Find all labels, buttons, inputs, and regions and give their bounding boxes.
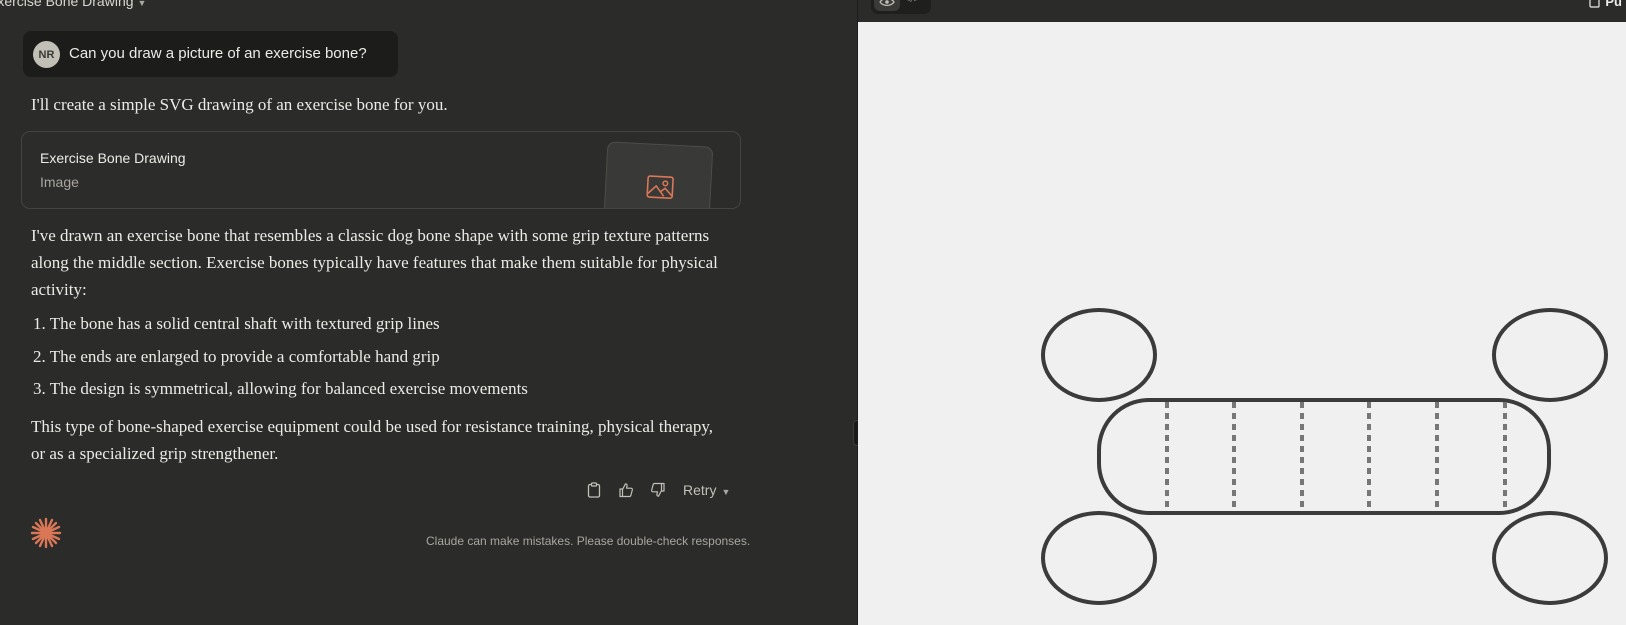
bone-knob-top-right: [1492, 308, 1608, 402]
exercise-bone-drawing: [1041, 308, 1608, 605]
list-item: 1. The bone has a solid central shaft wi…: [33, 314, 440, 333]
thumbs-up-icon[interactable]: [617, 481, 635, 499]
publish-button[interactable]: Pu: [1589, 0, 1622, 9]
list-item-text: The bone has a solid central shaft with …: [49, 314, 440, 333]
artifact-toolbar: </> Pu: [858, 0, 1626, 22]
artifact-type: Image: [40, 174, 79, 190]
disclaimer-text: Claude can make mistakes. Please double-…: [426, 534, 751, 548]
eye-icon: [879, 0, 895, 6]
artifact-panel: </> Pu: [858, 0, 1626, 625]
clipboard-icon[interactable]: [585, 481, 603, 499]
avatar: NR: [33, 41, 60, 68]
assistant-paragraph: I've drawn an exercise bone that resembl…: [31, 226, 718, 299]
image-icon: [646, 175, 674, 199]
preview-tab[interactable]: [874, 0, 900, 11]
list-item-text: The ends are enlarged to provide a comfo…: [49, 346, 440, 366]
thumbs-down-icon[interactable]: [649, 481, 667, 499]
chat-panel: Exercise Bone Drawing ▼ NR Can you draw a…: [0, 0, 857, 625]
chevron-down-icon: ▼: [721, 487, 731, 497]
assistant-paragraph: This type of bone-shaped exercise equipm…: [31, 417, 713, 463]
publish-icon: [1589, 0, 1600, 8]
bone-knob-top-left: [1041, 308, 1157, 402]
list-item-text: The design is symmetrical, allowing for …: [49, 379, 528, 398]
list-item: 2. The ends are enlarged to provide a co…: [33, 346, 440, 366]
user-message-text: Can you draw a picture of an exercise bo…: [69, 45, 367, 62]
retry-button[interactable]: Retry ▼: [683, 482, 730, 498]
code-icon[interactable]: </>: [904, 0, 920, 5]
artifact-thumbnail: [602, 141, 714, 208]
chevron-down-icon: ▼: [137, 0, 147, 8]
message-actions: Retry ▼: [585, 481, 730, 499]
artifact-card[interactable]: Exercise Bone Drawing Image: [21, 131, 741, 209]
user-message: NR Can you draw a picture of an exercise…: [23, 31, 398, 77]
retry-label: Retry: [683, 482, 717, 498]
conversation-title[interactable]: Exercise Bone Drawing ▼: [0, 0, 146, 9]
grip-lines: [1165, 402, 1507, 511]
assistant-intro: I'll create a simple SVG drawing of an e…: [31, 95, 448, 114]
publish-label: Pu: [1605, 0, 1622, 9]
artifact-title: Exercise Bone Drawing: [40, 150, 186, 166]
claude-logo-icon: [30, 517, 62, 549]
feature-list: 1. The bone has a solid central shaft wi…: [33, 313, 528, 411]
view-toggle[interactable]: </>: [871, 0, 931, 14]
bone-knob-bottom-right: [1492, 511, 1608, 605]
bone-knob-bottom-left: [1041, 511, 1157, 605]
conversation-title-text: Exercise Bone Drawing: [0, 0, 134, 9]
list-item: 3. The design is symmetrical, allowing f…: [33, 379, 528, 398]
artifact-preview-canvas: [858, 22, 1626, 625]
